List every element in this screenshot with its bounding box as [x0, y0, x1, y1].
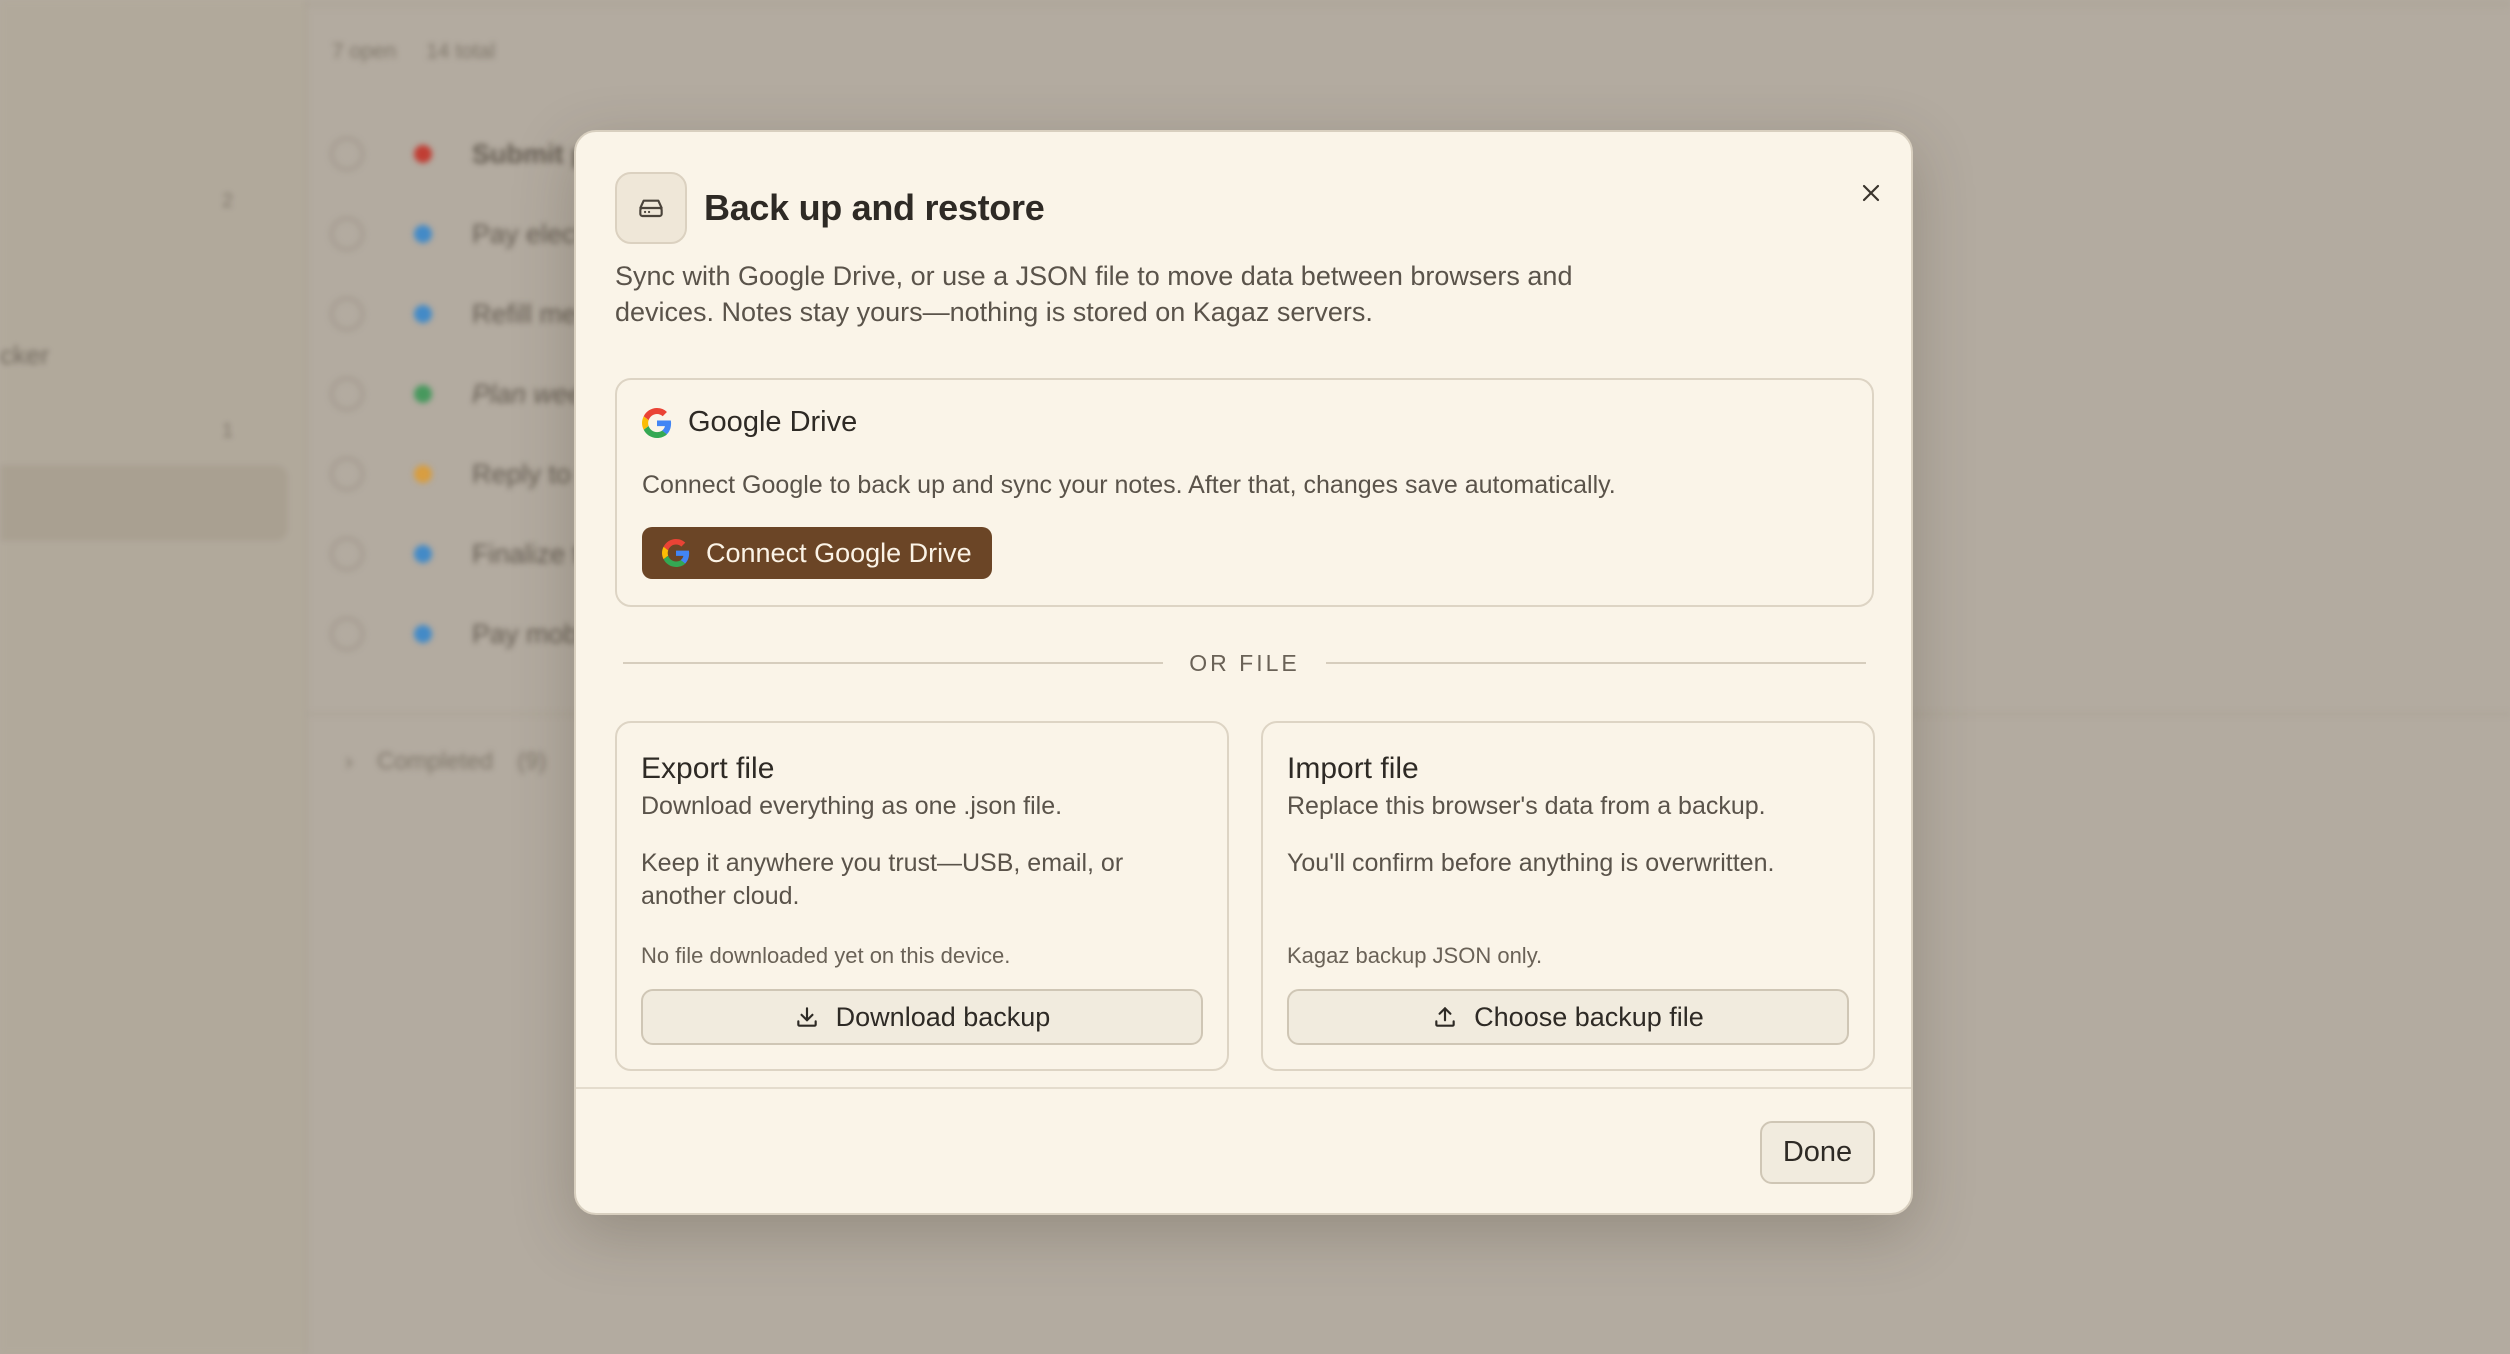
- export-body: Keep it anywhere you trust—USB, email, o…: [641, 849, 1124, 910]
- choose-backup-file-button[interactable]: Choose backup file: [1287, 989, 1849, 1045]
- done-button[interactable]: Done: [1760, 1121, 1875, 1184]
- or-divider-label: OR FILE: [1189, 649, 1300, 676]
- export-title: Export file: [641, 752, 775, 785]
- google-drive-title: Google Drive: [688, 406, 858, 438]
- import-file-card: Import file Replace this browser's data …: [1261, 721, 1875, 1071]
- or-divider: OR FILE: [623, 648, 1866, 678]
- import-body: You'll confirm before anything is overwr…: [1287, 849, 1775, 877]
- import-title: Import file: [1287, 752, 1419, 785]
- dialog-description: Sync with Google Drive, or use a JSON fi…: [615, 261, 1573, 327]
- export-subtitle: Download everything as one .json file.: [641, 792, 1063, 820]
- backup-restore-dialog: Back up and restore Sync with Google Dri…: [574, 130, 1913, 1215]
- download-backup-button[interactable]: Download backup: [641, 989, 1203, 1045]
- choose-backup-file-label: Choose backup file: [1474, 1001, 1704, 1032]
- footer-divider: [576, 1087, 1911, 1089]
- download-icon: [796, 1007, 817, 1027]
- close-button[interactable]: [1846, 168, 1896, 218]
- google-drive-card: Google Drive Connect Google to back up a…: [615, 378, 1874, 607]
- import-subtitle: Replace this browser's data from a backu…: [1287, 792, 1766, 820]
- connect-google-drive-label: Connect Google Drive: [706, 537, 972, 568]
- export-status: No file downloaded yet on this device.: [641, 943, 1011, 968]
- google-icon: [642, 407, 672, 438]
- hard-drive-icon: [615, 172, 687, 244]
- export-file-card: Export file Download everything as one .…: [615, 721, 1229, 1071]
- google-icon: [662, 539, 690, 567]
- dialog-title: Back up and restore: [704, 187, 1045, 228]
- download-backup-label: Download backup: [835, 1001, 1051, 1032]
- import-note: Kagaz backup JSON only.: [1287, 943, 1543, 968]
- upload-icon: [1435, 1007, 1455, 1027]
- connect-google-drive-button[interactable]: Connect Google Drive: [642, 527, 992, 579]
- google-drive-description: Connect Google to back up and sync your …: [642, 471, 1616, 499]
- close-icon: [1862, 184, 1880, 202]
